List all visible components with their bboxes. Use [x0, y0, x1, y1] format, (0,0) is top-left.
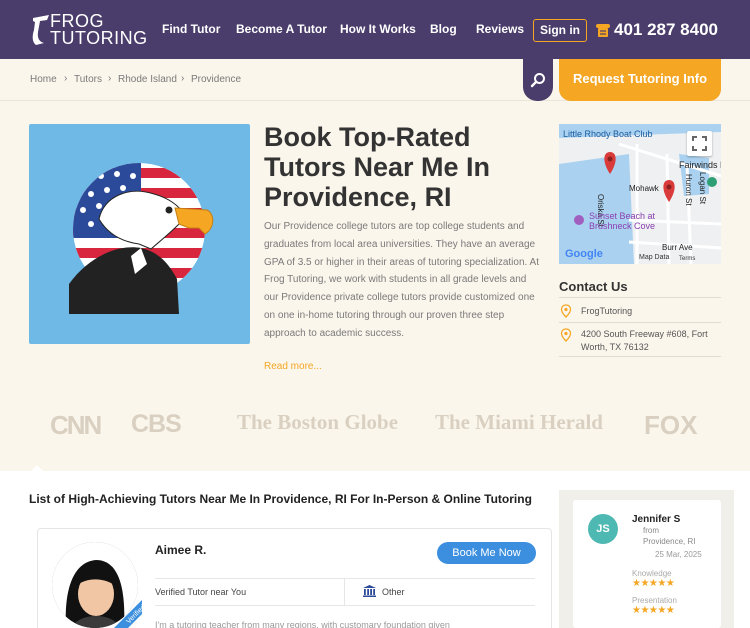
review-date: 25 Mar, 2025 [655, 550, 702, 559]
cnn-logo: CNN [50, 410, 102, 440]
request-tutoring-info-button[interactable]: Request Tutoring Info [559, 59, 721, 101]
map-label: Fairwinds Mar [679, 160, 721, 170]
google-logo: Google [565, 248, 603, 260]
cbs-logo: CBS [131, 410, 182, 438]
tutor-category: Other [382, 587, 405, 597]
institution-icon [363, 585, 376, 597]
breadcrumb-providence: Providence [191, 74, 242, 85]
map-label: Sunset Beach at [589, 211, 656, 221]
hero-description: Our Providence college tutors are top co… [264, 221, 539, 339]
presentation-stars: ★★★★★ [632, 605, 675, 616]
logo-text-tutoring: TUTORING [50, 28, 148, 48]
reviewer-avatar: JS [588, 514, 618, 544]
presentation-label: Presentation [632, 596, 677, 605]
breadcrumb-separator: › [64, 73, 68, 84]
nav-become-a-tutor[interactable]: Become A Tutor [236, 22, 327, 36]
divider [559, 322, 721, 323]
verified-ribbon: Verified [114, 600, 142, 628]
map-fullscreen-button[interactable] [687, 131, 712, 156]
frog-tutoring-logo[interactable]: FROG TUTORING [30, 12, 147, 48]
reviewer-location: Providence, RI [643, 537, 696, 546]
breadcrumb-tutors[interactable]: Tutors [74, 74, 102, 85]
fullscreen-icon [692, 136, 707, 151]
nav-reviews[interactable]: Reviews [476, 22, 524, 36]
sign-in-button[interactable]: Sign in [533, 19, 587, 42]
breadcrumb-rhode-island[interactable]: Rhode Island [118, 74, 177, 85]
verified-tutor-label: Verified Tutor near You [155, 587, 247, 597]
hero-image [29, 124, 250, 344]
page-title: Book Top-Rated Tutors Near Me In Provide… [264, 122, 491, 212]
reviewer-from-label: from [643, 526, 659, 535]
frog-logo-icon [32, 15, 49, 45]
tutor-bio-snippet: I'm a tutoring teacher from many regions… [155, 620, 450, 628]
reviewer-name: Jennifer S [632, 514, 681, 525]
breadcrumb-home[interactable]: Home [30, 74, 57, 85]
divider [155, 578, 535, 579]
location-pin-icon [560, 328, 572, 342]
nav-how-it-works[interactable]: How It Works [340, 22, 416, 36]
map-label: Little Rhody Boat Club [563, 129, 653, 139]
contact-address: 4200 South Freeway #608, Fort Worth, TX … [581, 329, 708, 352]
section-notch [28, 465, 46, 474]
contact-name: FrogTutoring [581, 306, 633, 316]
search-icon [530, 73, 545, 88]
book-me-now-button[interactable]: Book Me Now [437, 542, 536, 564]
breadcrumb-separator: › [181, 73, 185, 84]
search-button[interactable] [523, 59, 553, 101]
divider [559, 297, 721, 298]
tutor-list-heading: List of High-Achieving Tutors Near Me In… [29, 492, 532, 506]
nav-blog[interactable]: Blog [430, 22, 457, 36]
tutor-name[interactable]: Aimee R. [155, 543, 206, 557]
map-terms-link[interactable]: Terms [679, 256, 695, 262]
map-label: Brushneck Cove [589, 221, 656, 231]
miami-herald-logo: The Miami Herald [435, 410, 603, 434]
map-label: Burr Ave [662, 243, 693, 252]
fox-logo: FOX [644, 410, 698, 440]
phone-number[interactable]: 401 287 8400 [614, 20, 718, 40]
read-more-link[interactable]: Read more... [264, 361, 322, 372]
divider [559, 356, 721, 357]
knowledge-label: Knowledge [632, 569, 672, 578]
boston-globe-logo: The Boston Globe [237, 410, 399, 434]
map-label: Huron St [684, 174, 693, 206]
breadcrumb-separator: › [108, 73, 112, 84]
site-header: FROG TUTORING Find Tutor Become A Tutor … [0, 0, 750, 59]
phone-icon [596, 24, 610, 37]
divider [344, 579, 345, 605]
map-label: Mohawk [629, 184, 659, 193]
knowledge-stars: ★★★★★ [632, 578, 675, 589]
location-pin-icon [560, 304, 572, 318]
eagle-flag-illustration [69, 163, 214, 314]
map-label: Logan St [698, 172, 707, 205]
nav-find-tutor[interactable]: Find Tutor [162, 22, 220, 36]
divider [155, 605, 535, 606]
map-data-link[interactable]: Map Data [639, 254, 669, 261]
contact-us-heading: Contact Us [559, 279, 628, 294]
